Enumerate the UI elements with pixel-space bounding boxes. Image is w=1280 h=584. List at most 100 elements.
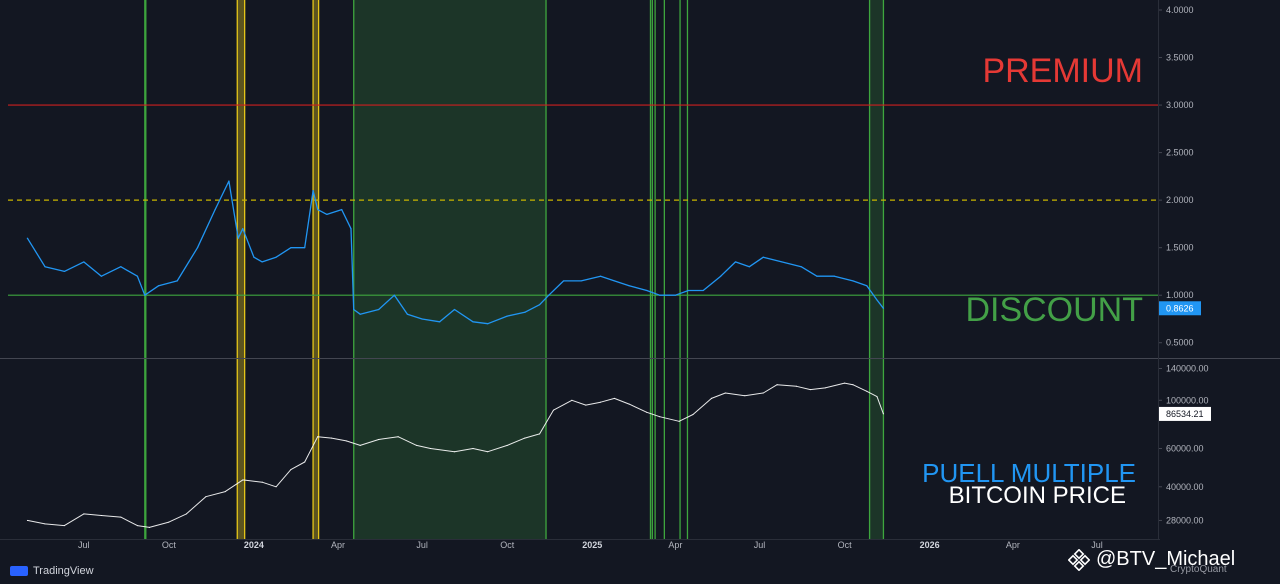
tradingview-brand: TradingView [33,565,94,577]
puell-point [196,247,199,249]
puell-point [439,321,441,323]
price-point [359,444,361,446]
puell-point [214,209,216,211]
x-tick-label: Oct [838,540,853,550]
y-tick-label: 1.0000 [1166,290,1194,300]
puell-point [876,299,878,301]
puell-point [816,275,818,277]
price-point [744,395,746,397]
puell-point [524,311,526,313]
price-point [185,513,187,515]
price-point [26,519,28,521]
puell-point [144,294,146,296]
price-point [809,389,811,391]
puell-point [237,237,239,239]
puell-point [472,321,474,323]
price-point [710,397,712,399]
price-point [136,525,138,527]
price-point [487,451,489,453]
price-point [397,436,399,438]
puell-point [734,261,737,263]
puell-point [421,318,423,320]
y-tick-label: 100000.00 [1166,395,1209,405]
price-point [148,526,150,528]
price-point [852,384,854,386]
price-point [290,469,292,471]
y-tick-label: 3.5000 [1166,53,1194,63]
price-last-value-label: 86534.21 [1166,409,1204,419]
highlight-band-fill [869,0,884,540]
puell-point [63,270,65,273]
puell-point [406,313,408,315]
puell-point [628,285,630,287]
puell-point [674,294,677,296]
price-point [454,451,456,453]
y-tick-label: 0.5000 [1166,338,1194,348]
puell-point [136,275,139,277]
puell-point [253,256,255,258]
price-point [378,439,380,441]
y-tick-label: 40000.00 [1166,482,1204,492]
price-point [882,413,884,415]
price-point [796,385,798,387]
x-tick-label: Oct [500,540,515,550]
price-point [261,481,263,483]
puell-point [866,285,868,287]
puell-point [228,180,230,182]
highlight-band-fill [353,0,547,540]
puell-point [548,294,550,296]
price-point [506,444,508,446]
y-tick-label: 3.0000 [1166,100,1194,110]
y-tick-label: 1.5000 [1166,243,1194,253]
price-point [824,387,826,389]
tradingview-logo[interactable]: TradingView [10,565,94,577]
x-tick-label: Jul [78,540,90,550]
puell-point [748,266,750,268]
price-point [416,444,418,446]
puell-point [781,261,783,263]
puell-point [378,308,380,311]
y-tick-label: 2.5000 [1166,148,1194,158]
premium-label: PREMIUM [982,52,1143,90]
price-point [552,409,554,411]
puell-point [317,209,319,211]
puell-point [599,275,602,277]
price-point [762,392,764,394]
price-point [44,523,46,525]
price-point [692,414,694,416]
price-point [524,437,526,439]
puell-point [304,247,306,249]
cryptoquant-mark: CryptoQuant [1170,564,1227,575]
price-point [205,496,207,498]
puell-point [275,256,277,258]
x-tick-label: 2026 [920,540,940,550]
y-tick-label: 28000.00 [1166,515,1204,525]
price-point [876,396,878,398]
puell-point [83,261,85,263]
price-point [724,392,726,394]
price-point [345,440,347,442]
x-tick-label: Apr [668,540,682,550]
puell-point [120,266,122,268]
puell-point [852,280,854,282]
price-point [600,401,602,403]
puell-point [800,266,802,268]
highlight-band-fill [237,0,245,540]
price-point [275,486,277,488]
price-point [571,399,573,401]
puell-point [833,275,836,277]
price-point [242,479,244,481]
price-point [63,525,65,527]
puell-point [659,294,661,296]
highlight-band-fill [313,0,319,540]
puell-point [353,308,355,311]
puell-point [290,247,292,249]
price-point [585,404,587,406]
y-tick-label: 4.0000 [1166,5,1194,15]
x-tick-label: 2025 [582,540,602,550]
x-tick-label: Oct [162,540,177,550]
price-point [678,420,680,422]
puell-point [538,304,541,306]
puell-point [341,209,343,211]
price-point [646,411,648,413]
